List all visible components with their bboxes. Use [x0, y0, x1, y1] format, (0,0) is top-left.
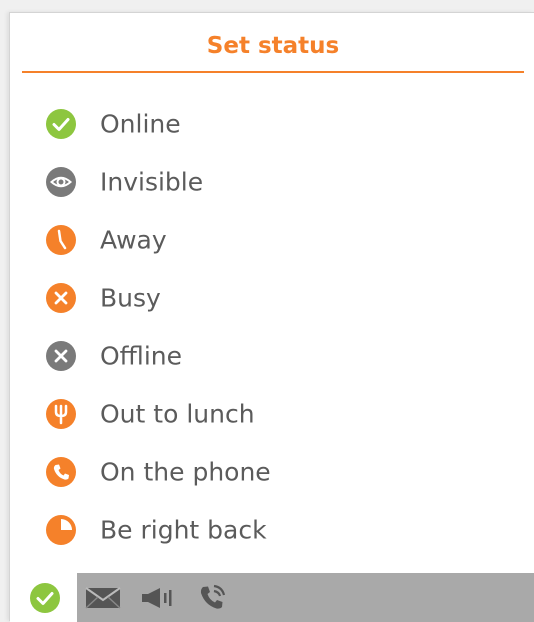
- status-label: Busy: [100, 283, 161, 313]
- status-item-online[interactable]: Online: [10, 95, 534, 153]
- check-icon: [46, 109, 76, 139]
- megaphone-icon[interactable]: [140, 586, 174, 614]
- status-item-invisible[interactable]: Invisible: [10, 153, 534, 211]
- status-item-busy[interactable]: Busy: [10, 269, 534, 327]
- clock-icon: [46, 515, 76, 545]
- x-icon: [46, 341, 76, 371]
- eye-icon: [46, 167, 76, 197]
- check-icon: [30, 583, 60, 617]
- set-status-popup: Set status Online Invisible Away Busy Of…: [9, 12, 534, 622]
- status-label: Away: [100, 225, 167, 255]
- status-item-offline[interactable]: Offline: [10, 327, 534, 385]
- status-label: Invisible: [100, 167, 204, 197]
- status-item-away[interactable]: Away: [10, 211, 534, 269]
- x-icon: [46, 283, 76, 313]
- phone-icon: [46, 457, 76, 487]
- status-item-be-right-back[interactable]: Be right back: [10, 501, 534, 559]
- title-divider: [22, 71, 524, 73]
- status-label: Offline: [100, 341, 183, 371]
- phone-call-icon[interactable]: [197, 583, 229, 617]
- status-label: Out to lunch: [100, 399, 255, 429]
- fork-icon: [46, 399, 76, 429]
- bottom-toolbar: [10, 573, 534, 622]
- popup-title: Set status: [206, 33, 340, 59]
- status-label: Be right back: [100, 515, 267, 545]
- status-label: On the phone: [100, 457, 271, 487]
- status-label: Online: [100, 109, 181, 139]
- status-list: Online Invisible Away Busy Offline Out t…: [10, 95, 534, 559]
- status-item-out-to-lunch[interactable]: Out to lunch: [10, 385, 534, 443]
- current-status-button[interactable]: [10, 573, 77, 622]
- clock-hand-icon: [46, 225, 76, 255]
- envelope-icon[interactable]: [85, 586, 121, 614]
- status-item-on-the-phone[interactable]: On the phone: [10, 443, 534, 501]
